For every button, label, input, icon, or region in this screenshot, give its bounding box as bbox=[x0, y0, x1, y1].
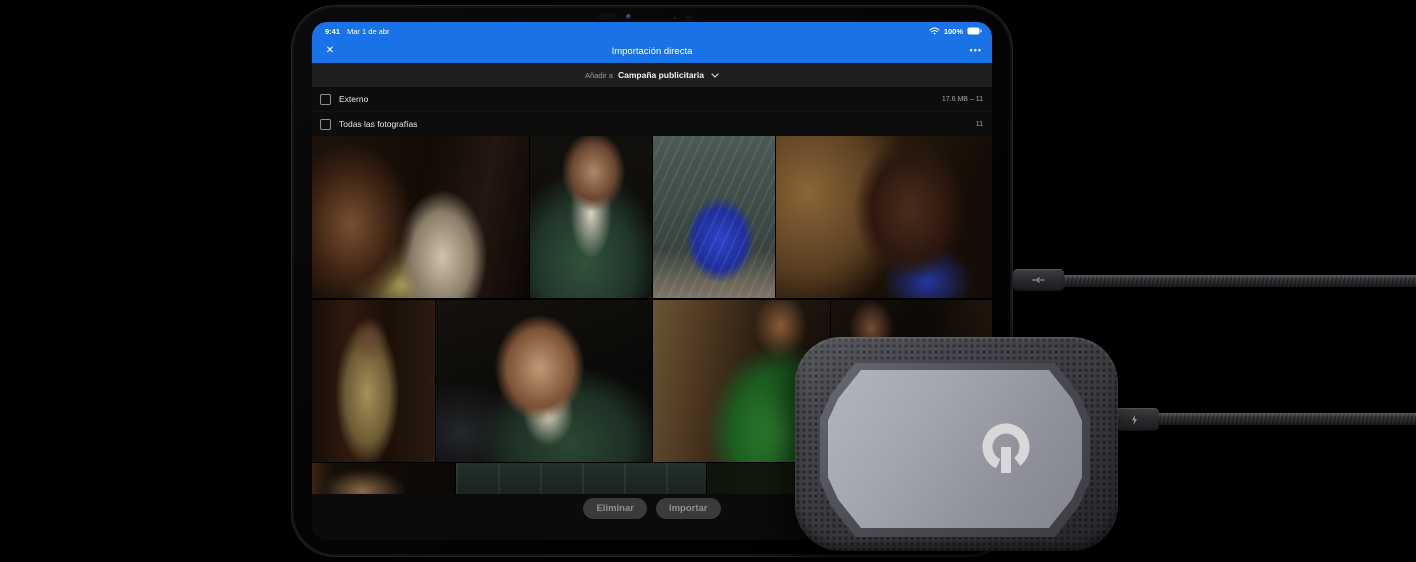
scene: 9:41 Mar 1 de abr 100% ✕ Importación dir… bbox=[0, 0, 1416, 562]
status-date: Mar 1 de abr bbox=[347, 26, 390, 36]
more-options-icon[interactable]: ••• bbox=[970, 40, 982, 63]
sensor-dot bbox=[674, 17, 676, 19]
usb-icon bbox=[1032, 277, 1045, 283]
photo-thumbnail-r1c4[interactable] bbox=[776, 136, 992, 298]
page-title: Importación directa bbox=[611, 46, 693, 57]
g-technology-logo-icon bbox=[982, 423, 1030, 473]
checkbox-externo[interactable] bbox=[320, 93, 331, 105]
source-label: Todas las fotografías bbox=[339, 119, 418, 129]
source-row-externo[interactable]: Externo 17.6 MB – 11 bbox=[312, 87, 992, 111]
battery-percent: 100% bbox=[943, 26, 963, 36]
checkbox-todas[interactable] bbox=[320, 118, 331, 130]
source-row-todas-las-fotografias[interactable]: Todas las fotografías 11 bbox=[312, 111, 992, 136]
usb-cable-top bbox=[1062, 275, 1416, 287]
add-to-collection[interactable]: Campaña publicitaria bbox=[618, 70, 704, 80]
photo-thumbnail-r2c2[interactable] bbox=[436, 300, 652, 462]
external-ssd-drive bbox=[795, 337, 1118, 551]
thunderbolt-icon bbox=[1131, 414, 1137, 425]
drive-face-plate bbox=[828, 370, 1082, 528]
wifi-icon bbox=[929, 27, 940, 35]
source-label: Externo bbox=[339, 94, 369, 104]
photo-thumbnail-r3c2[interactable] bbox=[456, 463, 706, 494]
photo-thumbnail-r1c1[interactable] bbox=[312, 136, 529, 298]
status-bar: 9:41 Mar 1 de abr 100% bbox=[312, 22, 992, 40]
import-button[interactable]: Importar bbox=[655, 498, 721, 519]
photo-thumbnail-r1c3[interactable] bbox=[653, 136, 775, 298]
usb-connector-top bbox=[1013, 269, 1064, 291]
add-to-label: Añadir a bbox=[585, 70, 613, 80]
status-time: 9:41 bbox=[325, 26, 341, 36]
add-to-bar[interactable]: Añadir a Campaña publicitaria bbox=[312, 63, 992, 87]
photo-thumbnail-r3c1[interactable] bbox=[312, 463, 455, 494]
photo-thumbnail-r1c2[interactable] bbox=[530, 136, 652, 298]
battery-icon bbox=[967, 27, 982, 35]
source-meta: 11 bbox=[975, 120, 983, 128]
sensor-ring bbox=[686, 15, 692, 21]
photo-thumbnail-r2c1[interactable] bbox=[312, 300, 435, 462]
chevron-down-icon[interactable] bbox=[711, 72, 719, 78]
app-header: ✕ Importación directa ••• bbox=[312, 40, 992, 63]
camera-module bbox=[598, 13, 616, 20]
usb-cable-bottom bbox=[1154, 413, 1416, 425]
delete-button[interactable]: Eliminar bbox=[583, 498, 647, 519]
front-camera-icon bbox=[626, 14, 631, 19]
source-meta: 17.6 MB – 11 bbox=[941, 95, 983, 103]
